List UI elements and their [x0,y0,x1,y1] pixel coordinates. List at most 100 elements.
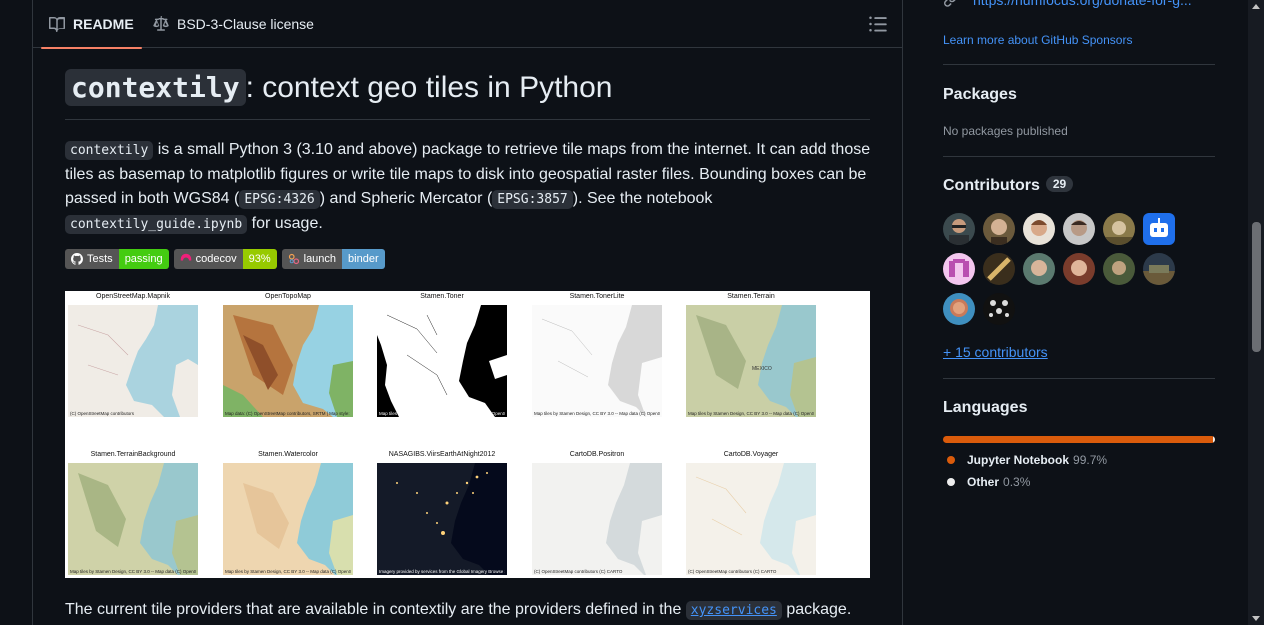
readme-panel: README BSD-3-Clause license contextily: … [32,0,903,625]
law-icon [153,16,169,31]
tile-attribution: Map tiles by Stamen Design, CC BY 3.0 --… [688,411,814,416]
tile-attribution: Map tiles by Stamen Design, CC BY 3.0 --… [379,411,505,416]
tab-license[interactable]: BSD-3-Clause license [153,0,314,48]
language-item[interactable]: Jupyter Notebook 99.7% [947,453,1107,467]
text: ) and Spheric Mercator ( [319,190,493,207]
codecov-icon [180,253,191,261]
more-contributors-link[interactable]: + 15 contributors [943,344,1048,360]
map-image [223,305,353,417]
codecov-badge[interactable]: codecov 93% [173,249,277,269]
inline-code: contextily [65,141,154,160]
list-outline-icon[interactable] [868,14,888,34]
contributors-header[interactable]: Contributors 29 [943,176,1074,195]
tile-nasagibs-viirs: NASAGIBS.ViirsEarthAtNight2012 Imagery p… [377,451,507,575]
map-image [686,463,816,575]
scroll-down-arrow[interactable] [1252,616,1260,621]
avatar[interactable] [983,213,1015,245]
avatar[interactable] [1063,253,1095,285]
tile-caption: Stamen.TerrainBackground [90,451,176,458]
avatar[interactable] [943,253,975,285]
binder-badge[interactable]: launch binder [281,249,385,269]
inline-code: EPSG:4326 [239,190,320,209]
avatar[interactable] [1023,213,1055,245]
avatar[interactable] [1023,253,1055,285]
text: ). See the notebook [572,190,713,207]
title-code: contextily [65,69,246,106]
divider [943,378,1215,379]
tile-providers-figure: OpenStreetMap.Mapnik (C) OpenStreetMap c… [65,291,870,578]
tile-stamen-toner: Stamen.Toner Map tiles by Stamen Design,… [377,293,507,417]
language-item[interactable]: Other 0.3% [947,475,1030,489]
avatar[interactable] [983,293,1015,325]
xyzservices-link[interactable]: xyzservices [685,601,782,620]
map-image [532,305,662,417]
language-bar-other [1213,436,1215,443]
tile-caption: NASAGIBS.ViirsEarthAtNight2012 [388,451,496,458]
binder-icon [288,253,299,265]
avatar[interactable] [943,293,975,325]
packages-title[interactable]: Packages [943,86,1017,104]
badges: Tests passing codecov 93% launch binder [65,249,385,269]
tile-caption: CartoDB.Positron [569,451,625,458]
map-image [68,463,198,575]
book-icon [49,17,65,32]
tests-badge[interactable]: Tests passing [65,249,169,269]
avatar[interactable] [983,253,1015,285]
map-image [532,463,662,575]
tab-readme[interactable]: README [41,0,142,49]
packages-empty: No packages published [943,124,1068,138]
language-percent: 99.7% [1073,453,1108,467]
tab-readme-label: README [73,16,134,32]
scroll-up-arrow[interactable] [1252,4,1260,9]
inline-code: contextily_guide.ipynb [65,215,248,234]
tile-caption: OpenStreetMap.Mapnik [96,293,170,300]
tile-caption: Stamen.Watercolor [258,451,318,458]
badge-label: Tests [87,253,113,265]
page-title: contextily: context geo tiles in Python [65,69,870,120]
badge-label: codecov [195,253,237,265]
tile-stamen-watercolor: Stamen.Watercolor Map tiles by Stamen De… [223,451,353,575]
badge-value: 93% [242,249,277,269]
map-image [377,305,507,417]
link-icon [944,0,956,7]
tab-license-label: BSD-3-Clause license [177,16,314,32]
tile-cartodb-voyager: CartoDB.Voyager (C) OpenStreetMap contri… [686,451,816,575]
github-icon [71,253,83,265]
tile-caption: OpenTopoMap [265,293,311,300]
avatar[interactable] [1143,253,1175,285]
badge-value: binder [342,249,385,269]
language-dot [947,456,955,464]
avatar[interactable] [1103,213,1135,245]
avatar[interactable] [1063,213,1095,245]
tile-attribution: Map tiles by Stamen Design, CC BY 3.0 --… [70,569,196,574]
language-dot [947,478,955,486]
tile-stamen-terrain: Stamen.Terrain Map tiles by Stamen Desig… [686,293,816,417]
tile-attribution: Map data: (C) OpenStreetMap contributors… [225,411,351,416]
tile-caption: Stamen.Terrain [727,293,775,300]
intro-paragraph: contextily is a small Python 3 (3.10 and… [65,138,871,237]
languages-title: Languages [943,399,1028,416]
tile-attribution: Map tiles by Stamen Design, CC BY 3.0 --… [534,411,660,416]
scroll-thumb[interactable] [1252,222,1261,352]
badge-value: passing [118,249,169,269]
bot-avatar[interactable] [1143,213,1175,245]
divider [943,64,1215,65]
tile-cartodb-positron: CartoDB.Positron (C) OpenStreetMap contr… [532,451,662,575]
map-image [68,305,198,417]
tile-caption: Stamen.Toner [420,293,464,300]
tile-caption: CartoDB.Voyager [723,451,779,458]
tile-stamen-terrainbackground: Stamen.TerrainBackground Map tiles by St… [68,451,198,575]
sponsor-url-link[interactable]: https://numfocus.org/donate-for-g... [973,0,1192,8]
map-image [377,463,507,575]
page-scrollbar[interactable] [1248,0,1264,625]
map-image [223,463,353,575]
text: for usage. [247,215,323,232]
avatar[interactable] [1103,253,1135,285]
badge-label: launch [303,253,337,265]
learn-sponsors-link[interactable]: Learn more about GitHub Sponsors [943,33,1132,47]
contributors-count: 29 [1045,176,1074,192]
tile-attribution: (C) OpenStreetMap contributors (C) CARTO [688,569,777,574]
inline-code: EPSG:3857 [492,190,573,209]
avatar[interactable] [943,213,975,245]
tile-stamen-tonerlite: Stamen.TonerLite Map tiles by Stamen Des… [532,293,662,417]
